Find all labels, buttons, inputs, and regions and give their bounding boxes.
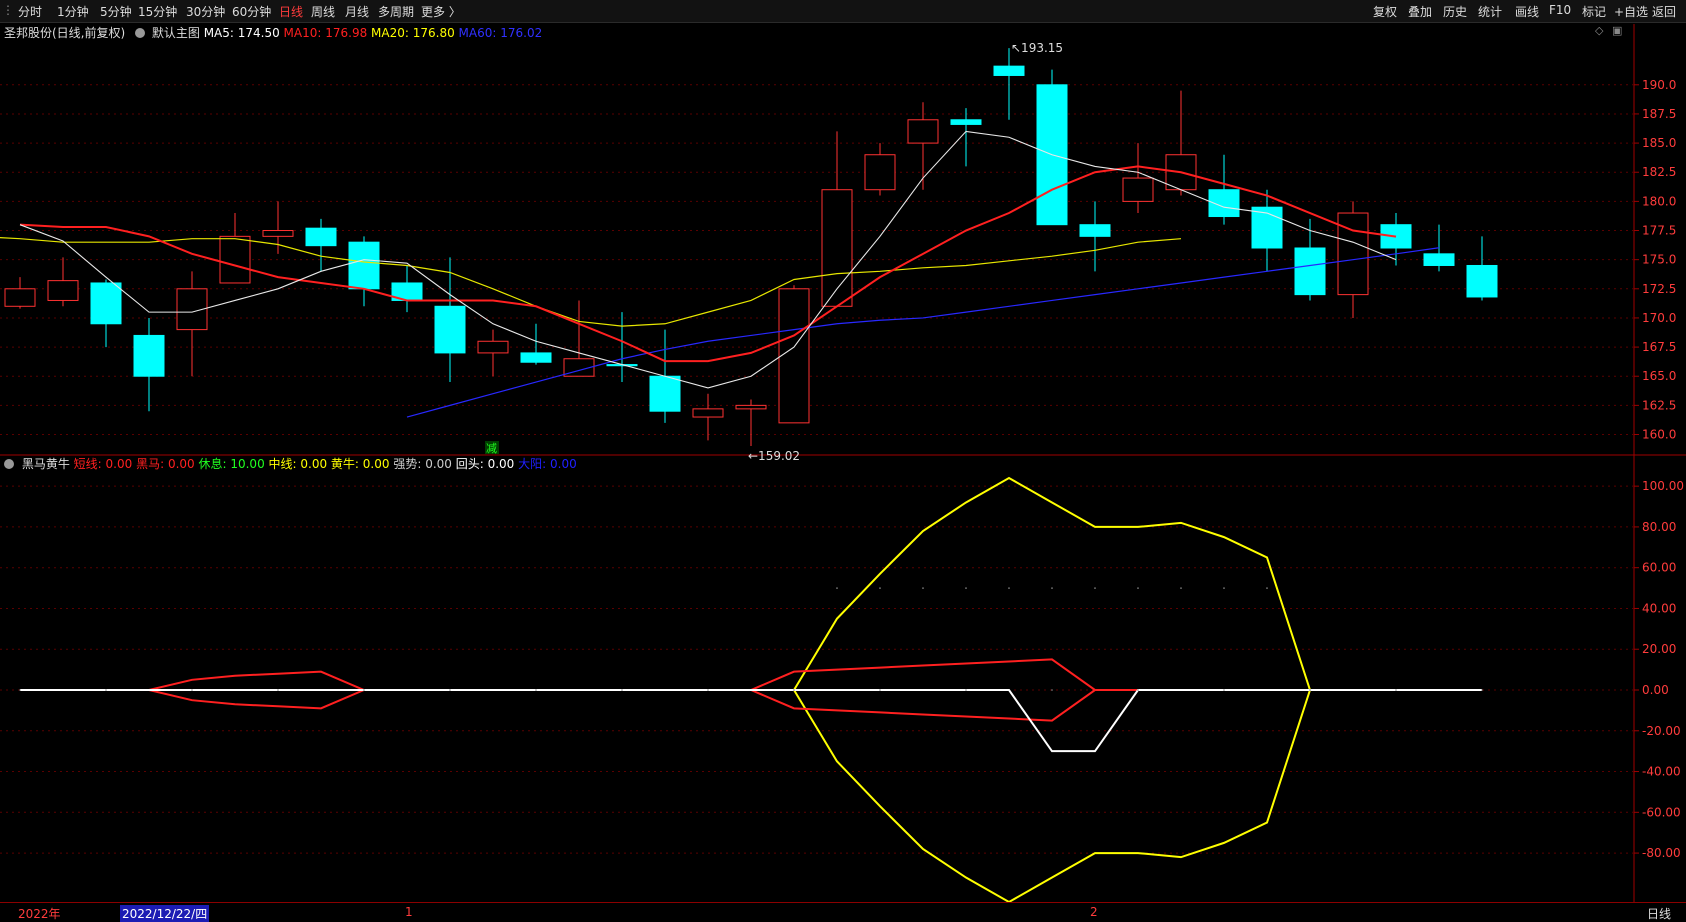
month-label-2: 2 — [1090, 905, 1098, 919]
candle-body — [1466, 264, 1498, 298]
candle-body — [993, 65, 1025, 76]
candle-body — [90, 282, 122, 325]
price-tick-label: 162.5 — [1642, 398, 1676, 412]
red-band-upper — [20, 658, 1482, 691]
month-label-1: 1 — [405, 905, 413, 919]
high-price-label: ↖193.15 — [1011, 41, 1063, 55]
indicator-dot-upper — [1137, 587, 1139, 589]
date-axis-bar: 2022年 2022/12/22/四 1 2 日线 — [0, 902, 1686, 922]
indicator-dot-upper — [836, 587, 838, 589]
indicator-tick-label: 100.00 — [1642, 479, 1684, 493]
indicator-dot — [535, 689, 537, 691]
indicator-dot-upper — [1094, 587, 1096, 589]
indicator-dot-upper — [879, 587, 881, 589]
candle-body — [950, 119, 982, 125]
candle-body — [47, 280, 79, 301]
indicator-dot-upper — [1051, 587, 1053, 589]
indicator-dot — [621, 689, 623, 691]
year-label: 2022年 — [18, 907, 61, 921]
indicator-dot — [191, 689, 193, 691]
indicator-dot — [1051, 689, 1053, 691]
indicator-dot — [1137, 689, 1139, 691]
yellow-band-lower — [20, 689, 1482, 904]
indicator-tick-label: 20.00 — [1642, 642, 1676, 656]
candle-body — [219, 235, 251, 284]
candle-body — [4, 288, 36, 307]
indicator-dot — [879, 689, 881, 691]
candle-body — [477, 340, 509, 354]
cursor-date: 2022/12/22/四 — [120, 905, 210, 922]
candle-body — [735, 404, 767, 410]
indicator-tick-label: 80.00 — [1642, 520, 1676, 534]
indicator-dot — [1395, 689, 1397, 691]
low-price-label: ←159.02 — [748, 449, 800, 463]
price-tick-label: 175.0 — [1642, 253, 1676, 267]
indicator-dot-upper — [1008, 587, 1010, 589]
candle-body — [1079, 224, 1111, 237]
indicator-dot — [19, 689, 21, 691]
price-tick-label: 170.0 — [1642, 311, 1676, 325]
indicator-dot — [1223, 689, 1225, 691]
signal-marker: 减 — [486, 442, 497, 455]
price-tick-label: 190.0 — [1642, 78, 1676, 92]
price-tick-label: 185.0 — [1642, 136, 1676, 150]
candle-body — [864, 154, 896, 191]
red-band-lower — [20, 689, 1482, 722]
candle-body — [692, 408, 724, 418]
candle-body — [133, 334, 165, 377]
candle-body — [348, 241, 380, 290]
indicator-dot — [449, 689, 451, 691]
candle-body — [434, 305, 466, 354]
indicator-dot-upper — [922, 587, 924, 589]
indicator-dot-upper — [1266, 587, 1268, 589]
indicator-dot — [277, 689, 279, 691]
ma60-line — [406, 247, 1440, 418]
indicator-dot — [105, 689, 107, 691]
indicator-tick-label: 0.00 — [1642, 683, 1669, 697]
candle-body — [778, 288, 810, 424]
stock-chart[interactable]: 190.0 187.5 185.0 182.5 180.0 177.5 175.0 172.5… — [0, 0, 1686, 921]
price-tick-label: 180.0 — [1642, 194, 1676, 208]
indicator-dot-upper — [1180, 587, 1182, 589]
indicator-dot — [965, 689, 967, 691]
candle-body — [520, 352, 552, 363]
indicator-dot — [707, 689, 709, 691]
indicator-dot — [1481, 689, 1483, 691]
candle-body — [649, 375, 681, 412]
indicator-tick-label: 40.00 — [1642, 601, 1676, 615]
indicator-tick-label: -40.00 — [1642, 765, 1681, 779]
candle-body — [305, 227, 337, 247]
candle-body — [262, 230, 294, 237]
indicator-tick-label: 60.00 — [1642, 561, 1676, 575]
indicator-dot — [793, 689, 795, 691]
period-label[interactable]: 日线 — [1647, 905, 1671, 922]
white-line — [20, 689, 1482, 753]
indicator-tick-label: -60.00 — [1642, 805, 1681, 819]
candle-body — [1423, 253, 1455, 266]
indicator-tick-label: -20.00 — [1642, 724, 1681, 738]
yellow-band-upper — [20, 476, 1482, 691]
ma10-line — [19, 165, 1397, 363]
candle-body — [907, 119, 939, 144]
price-tick-label: 160.0 — [1642, 428, 1676, 442]
indicator-tick-label: -80.00 — [1642, 846, 1681, 860]
candle-body — [1122, 177, 1154, 202]
indicator-dot — [1309, 689, 1311, 691]
indicator-dot-upper — [965, 587, 967, 589]
price-tick-label: 177.5 — [1642, 224, 1676, 238]
price-tick-label: 165.0 — [1642, 369, 1676, 383]
indicator-dot — [363, 689, 365, 691]
price-tick-label: 172.5 — [1642, 282, 1676, 296]
price-tick-label: 187.5 — [1642, 107, 1676, 121]
indicator-dot-upper — [1223, 587, 1225, 589]
price-tick-label: 182.5 — [1642, 165, 1676, 179]
candle-body — [1294, 247, 1326, 296]
price-tick-label: 167.5 — [1642, 340, 1676, 354]
